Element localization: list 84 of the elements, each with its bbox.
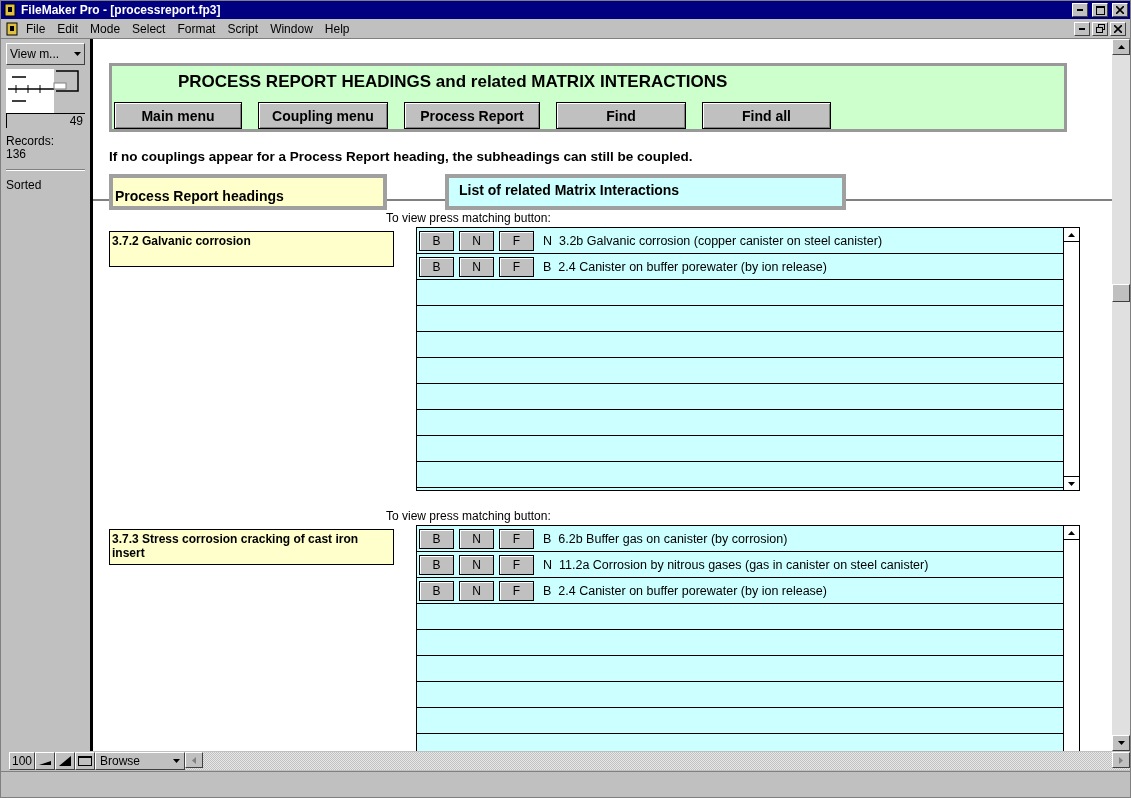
view-button[interactable]: B [419, 554, 454, 575]
window-title: FileMaker Pro - [processreport.fp3] [21, 3, 222, 17]
up-arrow-icon [1068, 530, 1075, 535]
layout-button[interactable]: Main menu [114, 102, 242, 129]
menu-item[interactable]: File [21, 21, 51, 36]
view-button[interactable]: N [459, 230, 494, 251]
horizontal-scrollbar[interactable] [185, 752, 1130, 770]
view-button[interactable]: B [419, 580, 454, 601]
interaction-text: N 3.2b Galvanic corrosion (copper canister on steel canister) [543, 233, 883, 248]
record-number: 49 [6, 113, 85, 128]
records-label: Records: 136 [6, 135, 56, 161]
status-area-toggle[interactable] [75, 752, 96, 770]
close-button[interactable] [1110, 21, 1126, 36]
zoom-out-button[interactable] [35, 752, 56, 770]
close-icon [1114, 24, 1122, 33]
portal-label: To view press matching button: [386, 211, 552, 225]
panel-title: PROCESS REPORT HEADINGS and related MATRIX INTERACTIONS [178, 72, 729, 92]
minimize-icon [1079, 27, 1085, 30]
interaction-text: B 2.4 Canister on buffer porewater (by ion release) [543, 259, 827, 274]
minimize-button[interactable] [1074, 21, 1090, 36]
sort-status: Sorted [6, 179, 43, 192]
large-mountain-icon [59, 756, 72, 766]
view-button[interactable]: B [419, 230, 454, 251]
restore-icon [1095, 24, 1105, 33]
view-button[interactable]: F [499, 230, 534, 251]
portal-scrollbar[interactable] [1063, 228, 1079, 490]
left-arrow-icon [192, 756, 197, 764]
caret-icon [74, 52, 81, 56]
maximize-button[interactable] [1092, 3, 1108, 17]
column-heading: List of related Matrix Interactions [445, 174, 846, 210]
menu-item[interactable]: Window [265, 21, 318, 36]
scroll-thumb[interactable] [1112, 284, 1130, 302]
down-arrow-icon [1117, 741, 1125, 745]
view-button[interactable]: F [499, 528, 534, 549]
menu-item[interactable]: Select [127, 21, 171, 36]
close-button[interactable] [1112, 3, 1128, 17]
layout-dropdown[interactable]: View m... [6, 43, 85, 65]
menu-item[interactable]: Mode [85, 21, 126, 36]
interaction-text: B 2.4 Canister on buffer porewater (by ion release) [543, 583, 827, 598]
scroll-right-button[interactable] [1112, 752, 1130, 768]
menu-item[interactable]: Help [319, 21, 355, 36]
column-heading: Process Report headings [109, 174, 387, 210]
mode-dropdown[interactable]: Browse [95, 752, 186, 770]
instruction-text: If no couplings appear for a Process Report heading, the subheadings can still be coupled. [109, 149, 694, 164]
view-button[interactable]: F [499, 580, 534, 601]
layout-button[interactable]: Find [556, 102, 686, 129]
layout-button[interactable]: Process Report [404, 102, 540, 129]
interaction-text: N 11.2a Corrosion by nitrous gases (gas in canister on steel canister) [543, 557, 929, 572]
up-arrow-icon [1117, 45, 1125, 49]
heading-field: 3.7.3 Stress corrosion cracking of cast iron insert [109, 529, 394, 565]
view-button[interactable]: B [419, 528, 454, 549]
zoom-level[interactable]: 100 [9, 752, 36, 770]
menu-item[interactable]: Edit [52, 21, 84, 36]
right-arrow-icon [1119, 756, 1123, 764]
menu-item[interactable]: Format [172, 21, 221, 36]
up-arrow-icon [1068, 232, 1075, 237]
heading-field: 3.7.2 Galvanic corrosion [109, 231, 394, 267]
restore-button[interactable] [1092, 21, 1108, 36]
maximize-icon [1095, 5, 1105, 15]
minimize-icon [1077, 9, 1083, 11]
close-icon [1116, 6, 1124, 14]
portal-scrollbar[interactable] [1063, 526, 1079, 751]
layout-button[interactable]: Find all [702, 102, 831, 129]
scroll-left-button[interactable] [185, 752, 204, 768]
view-button[interactable]: N [459, 256, 494, 277]
down-arrow-icon [1068, 481, 1075, 486]
book-icon[interactable] [6, 69, 80, 113]
menu-item[interactable]: Script [222, 21, 264, 36]
view-button[interactable]: B [419, 256, 454, 277]
view-button[interactable]: N [459, 554, 494, 575]
minimize-button[interactable] [1072, 3, 1088, 17]
vertical-scrollbar[interactable] [1112, 39, 1130, 751]
layout-button[interactable]: Coupling menu [258, 102, 388, 129]
app-icon [3, 3, 17, 17]
view-button[interactable]: F [499, 554, 534, 575]
view-button[interactable]: N [459, 528, 494, 549]
portal-label: To view press matching button: [386, 509, 552, 523]
caret-icon [173, 759, 181, 763]
view-button[interactable]: N [459, 580, 494, 601]
zoom-in-button[interactable] [55, 752, 76, 770]
window-icon [78, 756, 93, 766]
interaction-text: B 6.2b Buffer gas on canister (by corrosion) [543, 531, 788, 546]
view-button[interactable]: F [499, 256, 534, 277]
app-icon [5, 21, 19, 36]
